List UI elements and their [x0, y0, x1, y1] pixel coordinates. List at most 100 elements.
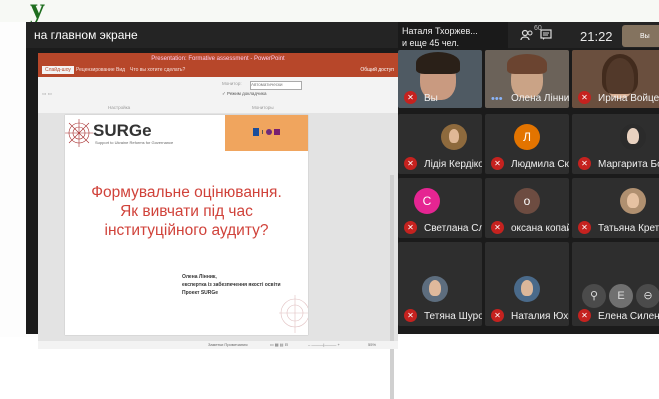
ppt-status-bar: Заметки Примечания ▭ ▦ ▤ ⊟ – ———|——— + 5… — [38, 341, 398, 349]
participant-name: Людмила Скри... — [511, 159, 569, 170]
notification-line-2: и еще 45 чел. — [402, 38, 460, 48]
participant-tile[interactable]: ✕ Маргарита Бон... — [572, 114, 659, 174]
partner-logos-icon — [253, 128, 280, 136]
self-view-label: Вы — [640, 33, 650, 40]
clock: 21:22 — [580, 29, 613, 44]
zoom-slider[interactable]: – ———|——— + — [308, 342, 340, 347]
monitor-label: Монитор: — [222, 81, 242, 86]
mic-off-icon: ✕ — [578, 91, 591, 104]
participant-name: Тетяна Шурова — [424, 311, 482, 322]
participant-name: Олена Лінник — [511, 93, 569, 104]
mic-off-icon: ✕ — [578, 309, 591, 322]
participant-avatar — [441, 124, 467, 150]
author-name: Олена Лінник, — [182, 274, 217, 280]
mic-off-icon: ✕ — [578, 157, 591, 170]
participant-avatar — [620, 188, 646, 214]
remove-icon[interactable]: ⊖ — [636, 284, 659, 308]
ppt-window-title: Presentation: Formative assessment - Pow… — [38, 53, 398, 65]
participant-tile[interactable]: С ✕ Светлана Слоб... — [398, 178, 482, 238]
surge-logo: SURGe — [93, 121, 152, 140]
participant-avatar: о — [514, 188, 540, 214]
ppt-ribbon-tabs: Слайд-шоу Рецензирование Вид Что вы хоти… — [38, 65, 398, 77]
participant-name: Светлана Слоб... — [424, 223, 482, 234]
ribbon-button-setup[interactable]: ▭ ▭ — [42, 91, 72, 97]
author-project: Проект SURGe — [182, 290, 219, 296]
notes-toggle[interactable]: Заметки Примечания — [208, 342, 248, 347]
slide-title: Формувальне оцінювання. Як вивчати під ч… — [65, 183, 308, 240]
zoom-level: 55% — [368, 342, 377, 347]
participant-tile[interactable]: ••• Олена Лінник — [485, 50, 569, 108]
presenter-view-label: Режим докладчика — [227, 91, 267, 96]
participant-name: Лідія Кердікош... — [424, 159, 482, 170]
slide-title-line-1: Формувальне оцінювання. — [91, 184, 282, 201]
participant-avatar — [422, 276, 448, 302]
meet-window: на главном экране Наталя Тхоржев... и ещ… — [26, 22, 659, 399]
slide-canvas: SURGe Support to Ukraine Reforms for Gov… — [65, 115, 308, 335]
participant-name: Наталия Юхиме... — [511, 311, 569, 322]
participant-hair — [602, 54, 638, 94]
participant-tile[interactable]: ✕ Наталия Юхиме... — [485, 242, 569, 326]
mic-off-icon: ✕ — [578, 221, 591, 234]
presenter-view-checkbox[interactable]: ✓ Режим докладчика — [222, 91, 267, 97]
slide-top-band: у — [0, 0, 659, 25]
monitor-select-value: Автоматически — [251, 82, 283, 87]
participant-tile[interactable]: ✕ Вы — [398, 50, 482, 108]
tab-view[interactable]: Вид — [116, 67, 125, 73]
participant-tile[interactable]: ✕ Тетяна Шурова — [398, 242, 482, 326]
participant-name: Маргарита Бон... — [598, 159, 659, 170]
people-icon[interactable] — [520, 29, 534, 44]
self-view-thumbnail[interactable]: Вы — [622, 25, 659, 47]
participant-name: Вы — [424, 93, 438, 104]
participant-avatar: С — [414, 188, 440, 214]
mic-off-icon: ✕ — [491, 221, 504, 234]
tab-review[interactable]: Рецензирование — [76, 67, 115, 73]
participant-tile[interactable]: ✕ Лідія Кердікош... — [398, 114, 482, 174]
presentation-title: на главном экране — [34, 28, 138, 42]
tell-me-search[interactable]: Что вы хотите сделать? — [130, 67, 185, 73]
screenshot-frame: у на главном экране Наталя Тхоржев... и … — [0, 0, 659, 399]
corner-ornament-icon — [279, 295, 308, 333]
view-buttons[interactable]: ▭ ▦ ▤ ⊟ — [270, 342, 288, 347]
mic-off-icon: ✕ — [491, 309, 504, 322]
participant-tile[interactable]: ✕ Татьяна Кретов... — [572, 178, 659, 238]
author-role: експертка із забезпечення якості освіти — [182, 282, 281, 288]
mic-off-icon: ✕ — [491, 157, 504, 170]
slide-author: Олена Лінник, експертка із забезпечення … — [182, 273, 281, 297]
monitor-select[interactable]: Автоматически — [250, 81, 302, 90]
chat-icon[interactable] — [540, 29, 552, 44]
avatar-face — [429, 280, 441, 296]
ppt-ribbon: ▭ ▭ Монитор: Автоматически ✓ Режим докла… — [38, 77, 398, 114]
avatar-face — [627, 193, 639, 208]
participant-avatar: Л — [514, 124, 540, 150]
mic-off-icon: ✕ — [404, 309, 417, 322]
brand-banner — [225, 115, 308, 151]
share-button[interactable]: Общий доступ — [360, 67, 394, 73]
participant-hair — [416, 52, 460, 74]
avatar-face — [449, 129, 459, 143]
slide-editor-area: SURGe Support to Ukraine Reforms for Gov… — [38, 113, 398, 399]
group-label-monitors: Мониторы — [252, 105, 274, 110]
mic-off-icon: ✕ — [404, 157, 417, 170]
mic-off-icon: ✕ — [404, 221, 417, 234]
avatar-face — [521, 280, 533, 296]
participant-name: оксана копайго... — [511, 223, 569, 234]
participant-avatar — [620, 124, 646, 150]
shared-screen: Presentation: Formative assessment - Pow… — [38, 53, 398, 399]
avatar-face — [627, 128, 639, 144]
participant-hair — [507, 54, 547, 74]
notification-line-1: Наталя Тхоржев... — [402, 26, 478, 36]
tab-slideshow[interactable]: Слайд-шоу — [42, 66, 74, 74]
mic-off-icon: ✕ — [404, 91, 417, 104]
participant-avatar — [514, 276, 540, 302]
slide-scrollbar[interactable] — [390, 175, 394, 399]
pin-icon[interactable]: ⚲ — [582, 284, 606, 308]
surge-logo-subtitle: Support to Ukraine Reforms for Governanc… — [95, 140, 174, 145]
group-label-setup: Настройка — [108, 105, 131, 110]
speaking-indicator-icon: ••• — [491, 93, 503, 105]
present-icon[interactable]: E — [609, 284, 633, 308]
participant-name: Ирина Войцехо... — [598, 93, 659, 104]
participant-tile[interactable]: Л ✕ Людмила Скри... — [485, 114, 569, 174]
participant-tile[interactable]: о ✕ оксана копайго... — [485, 178, 569, 238]
participant-name: Татьяна Кретов... — [598, 223, 659, 234]
participant-tile[interactable]: ✕ Ирина Войцехо... — [572, 50, 659, 108]
